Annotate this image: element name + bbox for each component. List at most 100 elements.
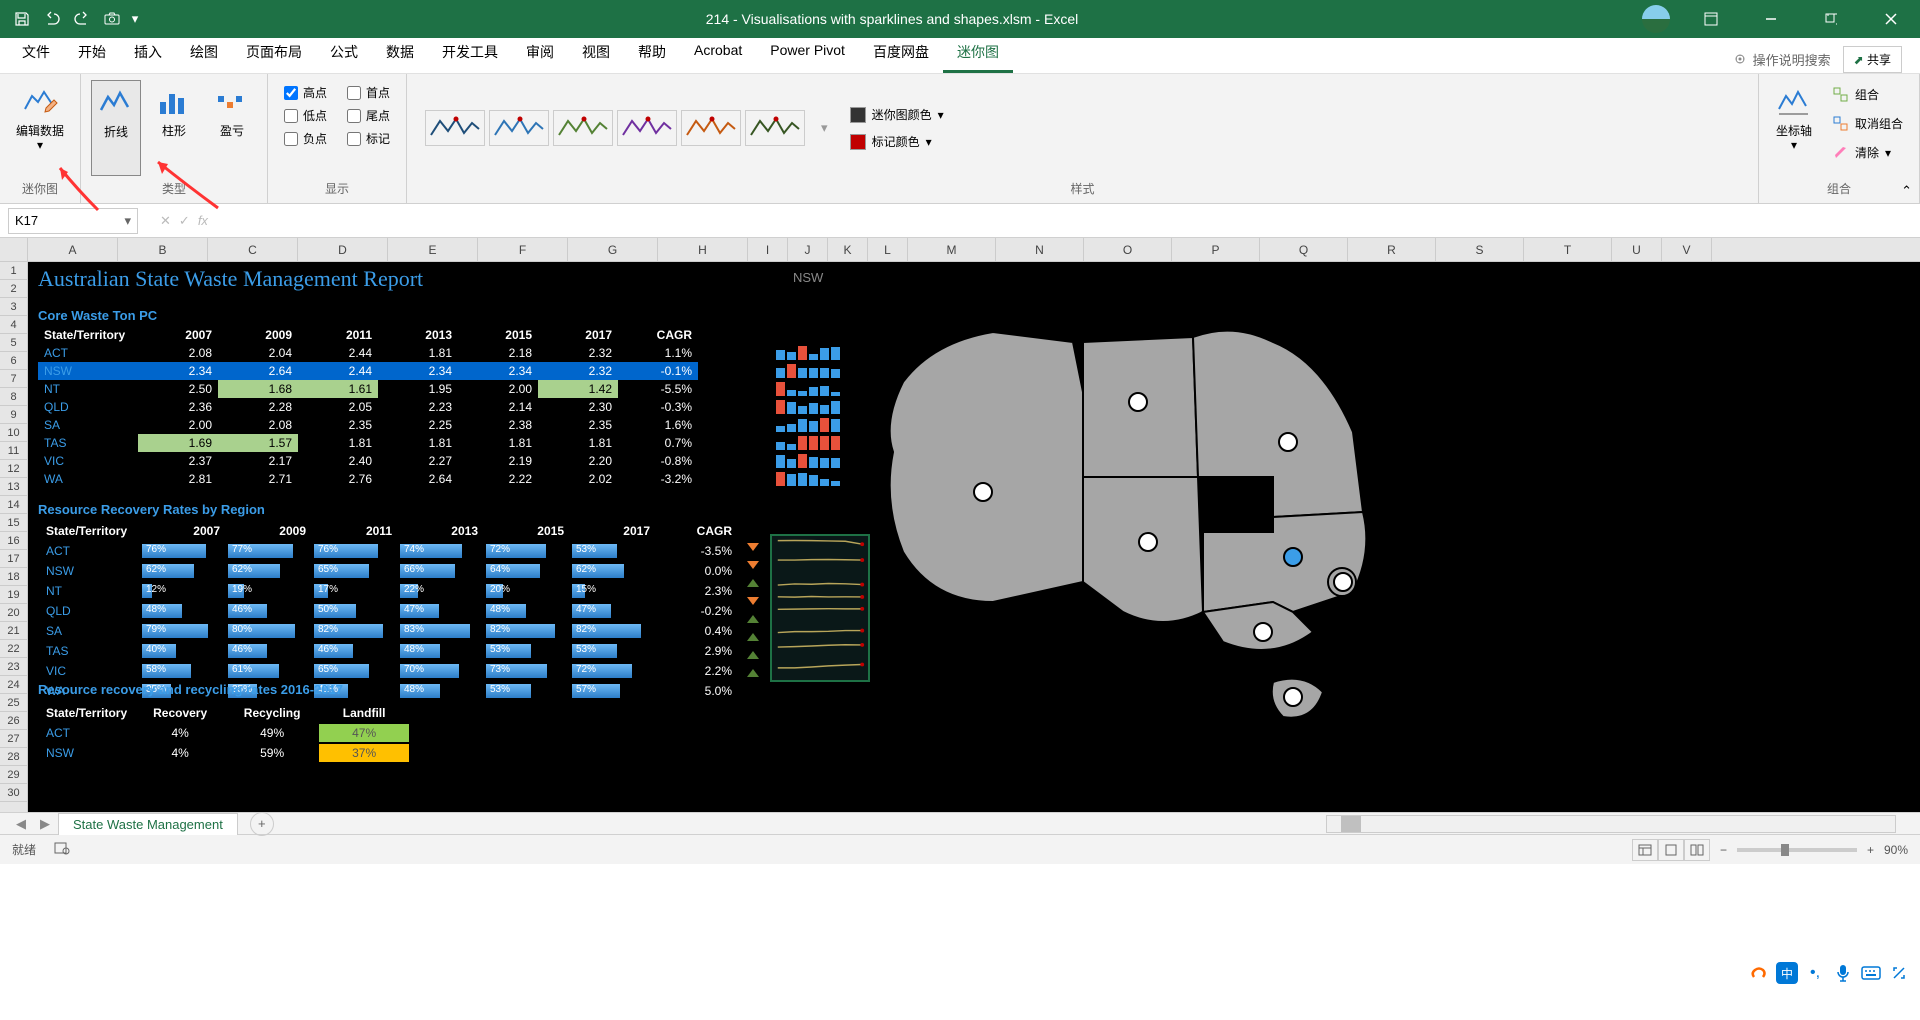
tab-页面布局[interactable]: 页面布局 (232, 34, 316, 73)
map-dot-vic[interactable] (1254, 623, 1272, 641)
sparkline-style-4[interactable] (681, 110, 741, 146)
ime-punct-icon[interactable]: •, (1804, 962, 1826, 984)
tab-文件[interactable]: 文件 (8, 34, 64, 73)
camera-button[interactable] (98, 5, 126, 33)
add-sheet-button[interactable]: + (250, 812, 274, 836)
map-dot-wa[interactable] (974, 483, 992, 501)
zoom-plus[interactable]: + (1867, 843, 1874, 857)
sheet-nav-next[interactable]: ▶ (34, 813, 56, 835)
row-header-1[interactable]: 1 (0, 262, 27, 280)
tab-公式[interactable]: 公式 (316, 34, 372, 73)
row-header-26[interactable]: 26 (0, 712, 27, 730)
view-page-break[interactable] (1684, 839, 1710, 861)
map-qld[interactable] (1193, 331, 1363, 517)
column-headers[interactable]: ABCDEFGHIJKLMNOPQRSTUV (0, 238, 1920, 262)
row-header-12[interactable]: 12 (0, 460, 27, 478)
row-header-24[interactable]: 24 (0, 676, 27, 694)
user-avatar[interactable] (1642, 5, 1670, 33)
tab-审阅[interactable]: 审阅 (512, 34, 568, 73)
row-header-18[interactable]: 18 (0, 568, 27, 586)
ime-mic-icon[interactable] (1832, 962, 1854, 984)
chk-first-point[interactable]: 首点 (347, 84, 390, 101)
tab-Power Pivot[interactable]: Power Pivot (756, 34, 859, 73)
ime-sogou-icon[interactable] (1748, 962, 1770, 984)
row-header-9[interactable]: 9 (0, 406, 27, 424)
marker-color-button[interactable]: 标记颜色 ▾ (850, 131, 944, 152)
row-header-11[interactable]: 11 (0, 442, 27, 460)
tab-Acrobat[interactable]: Acrobat (680, 34, 756, 73)
worksheet-area[interactable]: ABCDEFGHIJKLMNOPQRSTUV 12345678910111213… (0, 238, 1920, 812)
ime-lang-icon[interactable]: 中 (1776, 962, 1798, 984)
ungroup-button[interactable]: 取消组合 (1833, 113, 1903, 134)
zoom-level[interactable]: 90% (1884, 843, 1908, 857)
sheet-nav-prev[interactable]: ◀ (10, 813, 32, 835)
col-header-K[interactable]: K (828, 238, 868, 261)
select-all-corner[interactable] (0, 238, 28, 261)
sparkline-column-button[interactable]: 柱形 (149, 80, 199, 176)
col-header-D[interactable]: D (298, 238, 388, 261)
chk-last-point[interactable]: 尾点 (347, 107, 390, 124)
fx-icon[interactable]: fx (198, 213, 208, 229)
tab-绘图[interactable]: 绘图 (176, 34, 232, 73)
sparkline-style-gallery[interactable] (417, 80, 813, 176)
tell-me-search[interactable]: 操作说明搜索 (1733, 50, 1831, 69)
map-wa[interactable] (890, 332, 1083, 602)
zoom-minus[interactable]: − (1720, 843, 1727, 857)
col-header-G[interactable]: G (568, 238, 658, 261)
chk-low-point[interactable]: 低点 (284, 107, 327, 124)
row-header-5[interactable]: 5 (0, 334, 27, 352)
sparkline-style-0[interactable] (425, 110, 485, 146)
minimize-button[interactable] (1742, 0, 1800, 38)
view-page-layout[interactable] (1658, 839, 1684, 861)
row-header-14[interactable]: 14 (0, 496, 27, 514)
col-header-L[interactable]: L (868, 238, 908, 261)
sparkline-style-3[interactable] (617, 110, 677, 146)
sparkline-line-button[interactable]: 折线 (91, 80, 141, 176)
edit-data-button[interactable]: 编辑数据▾ (10, 80, 70, 176)
horizontal-scrollbar[interactable] (1326, 815, 1896, 833)
sheet-tab[interactable]: State Waste Management (58, 813, 238, 835)
tab-迷你图[interactable]: 迷你图 (943, 34, 1013, 73)
row-header-22[interactable]: 22 (0, 640, 27, 658)
sparkline-group-selected[interactable] (770, 534, 870, 682)
row-header-2[interactable]: 2 (0, 280, 27, 298)
row-header-15[interactable]: 15 (0, 514, 27, 532)
col-header-E[interactable]: E (388, 238, 478, 261)
row-header-7[interactable]: 7 (0, 370, 27, 388)
sparkline-style-2[interactable] (553, 110, 613, 146)
name-box[interactable]: K17▾ (8, 208, 138, 234)
tab-视图[interactable]: 视图 (568, 34, 624, 73)
qat-dropdown[interactable]: ▾ (128, 5, 142, 33)
redo-button[interactable] (68, 5, 96, 33)
col-header-S[interactable]: S (1436, 238, 1524, 261)
row-header-4[interactable]: 4 (0, 316, 27, 334)
map-dot-act[interactable] (1334, 573, 1352, 591)
save-button[interactable] (8, 5, 36, 33)
tab-百度网盘[interactable]: 百度网盘 (859, 34, 943, 73)
group-button[interactable]: 组合 (1833, 84, 1903, 105)
row-header-19[interactable]: 19 (0, 586, 27, 604)
col-header-P[interactable]: P (1172, 238, 1260, 261)
ime-keyboard-icon[interactable] (1860, 962, 1882, 984)
row-headers[interactable]: 1234567891011121314151617181920212223242… (0, 262, 28, 812)
col-header-J[interactable]: J (788, 238, 828, 261)
col-header-N[interactable]: N (996, 238, 1084, 261)
formula-input[interactable] (222, 208, 1920, 234)
sparkline-style-1[interactable] (489, 110, 549, 146)
macro-record-icon[interactable] (54, 840, 70, 859)
col-header-I[interactable]: I (748, 238, 788, 261)
row-header-17[interactable]: 17 (0, 550, 27, 568)
sparkline-style-5[interactable] (745, 110, 805, 146)
col-header-U[interactable]: U (1612, 238, 1662, 261)
map-dot-qld[interactable] (1279, 433, 1297, 451)
map-dot-sa[interactable] (1139, 533, 1157, 551)
ime-settings-icon[interactable] (1888, 962, 1910, 984)
row-header-25[interactable]: 25 (0, 694, 27, 712)
chk-markers[interactable]: 标记 (347, 130, 390, 147)
chk-high-point[interactable]: 高点 (284, 84, 327, 101)
tab-开始[interactable]: 开始 (64, 34, 120, 73)
sparkline-color-button[interactable]: 迷你图颜色 ▾ (850, 104, 944, 125)
australia-map[interactable] (873, 302, 1463, 742)
col-header-A[interactable]: A (28, 238, 118, 261)
collapse-ribbon-button[interactable]: ⌃ (1901, 183, 1912, 199)
